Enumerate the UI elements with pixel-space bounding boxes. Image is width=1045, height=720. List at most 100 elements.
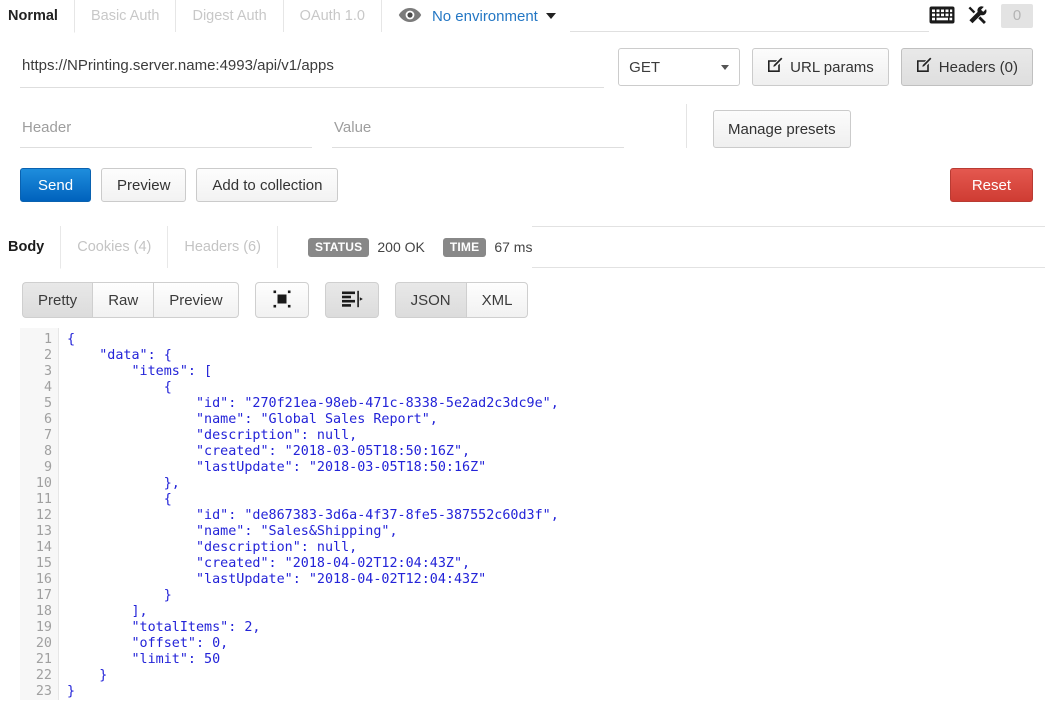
tab-oauth-1[interactable]: OAuth 1.0 — [283, 0, 382, 32]
tab-response-headers-label: Headers (6) — [184, 239, 261, 255]
line-number: 7 — [43, 428, 52, 443]
code-line: "id": "270f21ea-98eb-471c-8338-5e2ad2c3d… — [67, 396, 559, 411]
tools-icon[interactable] — [968, 5, 988, 28]
notification-count-badge[interactable]: 0 — [1001, 4, 1033, 28]
url-params-label: URL params — [790, 58, 874, 76]
response-format-toolbar: Pretty Raw Preview JSON XML — [0, 268, 1045, 318]
code-line: ], — [67, 604, 148, 619]
keyboard-icon[interactable] — [929, 6, 955, 27]
indent-button[interactable] — [324, 282, 379, 318]
view-mode-pretty-label: Pretty — [38, 291, 78, 309]
request-url-input[interactable] — [20, 46, 605, 88]
code-line: "limit": 50 — [67, 652, 221, 667]
response-body-viewer[interactable]: 1 2 3 4 5 6 7 8 9 10 11 12 13 14 15 16 17 18 19 20 21 22 23 { … — [20, 328, 1045, 700]
manage-presets-label: Manage presets — [728, 120, 836, 138]
edit-square-icon — [916, 57, 932, 77]
line-number: 17 — [35, 588, 52, 603]
format-xml[interactable]: XML — [465, 282, 529, 318]
tab-oauth-1-label: OAuth 1.0 — [299, 8, 365, 24]
code-line: "totalItems": 2, — [67, 620, 261, 635]
line-number: 15 — [35, 556, 52, 571]
url-params-button[interactable]: URL params — [752, 48, 889, 86]
line-number: 19 — [35, 620, 52, 635]
tab-normal[interactable]: Normal — [0, 0, 75, 33]
line-number-gutter: 1 2 3 4 5 6 7 8 9 10 11 12 13 14 15 16 17 18 19 20 21 22 23 — [20, 328, 59, 700]
code-line: "items": [ — [67, 364, 213, 379]
view-mode-preview-label: Preview — [169, 291, 223, 309]
response-body-code[interactable]: { "data": { "items": [ { "id": "270f21ea… — [59, 328, 1045, 700]
edit-square-icon — [767, 57, 783, 77]
view-mode-raw[interactable]: Raw — [92, 282, 154, 318]
send-button[interactable]: Send — [20, 168, 92, 202]
format-json-label: JSON — [410, 291, 451, 309]
line-number: 10 — [35, 476, 52, 491]
response-tab-bar: Body Cookies (4) Headers (6) STATUS 200 … — [0, 226, 1045, 269]
tab-cookies[interactable]: Cookies (4) — [61, 226, 169, 268]
view-mode-preview[interactable]: Preview — [153, 282, 239, 318]
indent-lines-icon — [341, 290, 363, 311]
reset-label: Reset — [971, 176, 1011, 194]
line-number: 20 — [35, 636, 52, 651]
code-line: "offset": 0, — [67, 636, 229, 651]
line-number: 18 — [35, 604, 52, 619]
line-number: 14 — [35, 540, 52, 555]
reset-button[interactable]: Reset — [949, 168, 1033, 202]
response-status-area: STATUS 200 OK TIME 67 ms — [277, 226, 533, 268]
headers-button[interactable]: Headers (0) — [900, 48, 1033, 86]
tab-digest-auth[interactable]: Digest Auth — [176, 0, 284, 32]
format-json[interactable]: JSON — [394, 282, 466, 318]
headers-label: Headers (0) — [938, 58, 1018, 76]
fullscreen-button[interactable] — [254, 282, 309, 318]
tab-basic-auth-label: Basic Auth — [90, 8, 160, 24]
line-number: 8 — [43, 444, 52, 459]
code-line: { — [67, 492, 172, 507]
code-line: "id": "de867383-3d6a-4f37-8fe5-387552c60… — [67, 508, 559, 523]
line-number: 9 — [43, 460, 52, 475]
line-number: 16 — [35, 572, 52, 587]
request-url-row: GET URL params Headers (0) — [0, 32, 1045, 88]
vertical-divider — [686, 104, 687, 148]
tab-basic-auth[interactable]: Basic Auth — [74, 0, 177, 32]
preview-button[interactable]: Preview — [101, 168, 187, 202]
format-xml-label: XML — [481, 291, 513, 309]
line-number: 12 — [35, 508, 52, 523]
code-line: "name": "Sales&Shipping", — [67, 524, 398, 539]
auth-tab-bar: Normal Basic Auth Digest Auth OAuth 1.0 … — [0, 0, 1045, 33]
http-method-select[interactable]: GET — [618, 48, 741, 86]
chevron-down-icon — [545, 13, 556, 19]
line-number: 4 — [43, 380, 52, 395]
tab-body[interactable]: Body — [0, 226, 62, 269]
view-mode-pretty[interactable]: Pretty — [22, 282, 93, 318]
code-line: }, — [67, 476, 180, 491]
code-line: "description": null, — [67, 540, 358, 555]
fullscreen-icon — [273, 290, 291, 311]
environment-selector[interactable]: No environment — [381, 0, 570, 32]
code-line: "lastUpdate": "2018-03-05T18:50:16Z" — [67, 460, 487, 475]
preview-label: Preview — [117, 176, 171, 194]
line-number: 6 — [43, 412, 52, 427]
line-number: 3 — [43, 364, 52, 379]
add-to-collection-label: Add to collection — [212, 176, 323, 194]
code-line: "name": "Global Sales Report", — [67, 412, 438, 427]
code-line: } — [67, 588, 172, 603]
code-line: "description": null, — [67, 428, 358, 443]
tab-normal-label: Normal — [8, 8, 58, 24]
add-to-collection-button[interactable]: Add to collection — [196, 168, 339, 202]
request-action-row: Send Preview Add to collection Reset — [0, 148, 1045, 202]
tab-response-headers[interactable]: Headers (6) — [168, 226, 278, 268]
line-number: 5 — [43, 396, 52, 411]
line-number: 11 — [35, 492, 52, 507]
header-value-input[interactable] — [332, 111, 624, 148]
header-name-input[interactable] — [20, 111, 312, 148]
view-mode-raw-label: Raw — [108, 291, 139, 309]
code-line: "created": "2018-04-02T12:04:43Z", — [67, 556, 471, 571]
manage-presets-button[interactable]: Manage presets — [713, 110, 851, 148]
line-number: 21 — [35, 652, 52, 667]
code-line: } — [67, 668, 108, 683]
tab-body-label: Body — [8, 239, 45, 255]
line-number: 1 — [43, 332, 52, 347]
code-line: "lastUpdate": "2018-04-02T12:04:43Z" — [67, 572, 487, 587]
topbar-right-tools: 0 — [929, 0, 1045, 32]
eye-icon — [398, 7, 422, 26]
status-badge: STATUS — [307, 237, 370, 257]
